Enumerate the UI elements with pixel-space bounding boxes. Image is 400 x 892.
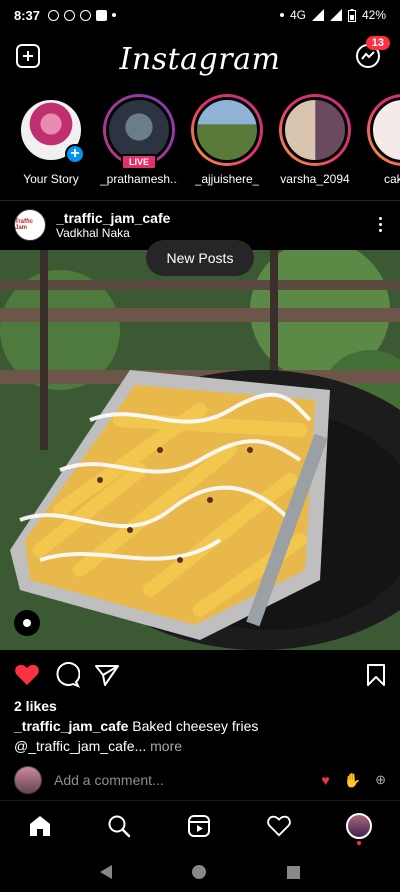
- app-header: Instagram 13: [0, 30, 400, 88]
- dot-icon: [379, 217, 382, 220]
- story-ring: LIVE: [103, 94, 175, 170]
- story-ring: +: [15, 94, 87, 166]
- post-caption: _traffic_jam_cafe Baked cheesey fries: [14, 718, 386, 734]
- story-ring: [367, 94, 400, 166]
- fries-photo: [0, 250, 400, 650]
- new-posts-button[interactable]: New Posts: [146, 240, 254, 276]
- status-dot-icon: [279, 13, 284, 17]
- messenger-badge: 13: [365, 36, 390, 50]
- system-navigation-bar: [0, 852, 400, 892]
- raised-hands-emoji-icon[interactable]: ✋: [344, 772, 361, 789]
- comment-input[interactable]: Add a comment...: [54, 772, 164, 788]
- messenger-icon: [361, 51, 375, 60]
- story-avatar: [194, 97, 260, 163]
- story-ring: [191, 94, 263, 166]
- story-label: cakesb: [383, 172, 400, 186]
- story-item[interactable]: cakesb: [364, 94, 400, 194]
- add-story-icon[interactable]: +: [65, 144, 85, 164]
- story-avatar: [370, 97, 400, 163]
- battery-icon: [347, 8, 356, 22]
- post-caption-line2: @_traffic_jam_cafe... more: [14, 738, 386, 754]
- caption-more-link[interactable]: more: [146, 738, 182, 754]
- caption-text: Baked cheesey fries: [128, 718, 259, 734]
- status-bar: 8:37 4G 42%: [0, 0, 400, 30]
- like-heart-icon[interactable]: [14, 663, 40, 687]
- post-options-button[interactable]: [375, 213, 386, 236]
- chat-notif-icon: [80, 9, 92, 21]
- instagram-notif-icon: [48, 9, 60, 21]
- tagged-people-button[interactable]: [14, 610, 40, 636]
- avatar-logo-text: Traffic Jam: [15, 218, 34, 231]
- story-label: _ajjuishere_: [194, 172, 260, 186]
- post-meta: _traffic_jam_cafe Vadkhal Naka: [56, 210, 170, 240]
- signal-icon: [311, 9, 324, 21]
- story-label: Your Story: [23, 172, 79, 186]
- story-item[interactable]: LIVE _prathamesh...: [100, 94, 178, 194]
- app-notif-icon: [64, 9, 76, 21]
- recent-apps-icon[interactable]: [286, 865, 300, 879]
- caption-mention[interactable]: @_traffic_jam_cafe...: [14, 738, 146, 754]
- caption-username[interactable]: _traffic_jam_cafe: [14, 718, 128, 734]
- network-type: 4G: [289, 8, 306, 22]
- post-actions: [0, 658, 400, 692]
- bottom-tab-bar: [0, 800, 400, 850]
- reels-icon[interactable]: [187, 814, 211, 838]
- instagram-logo: Instagram: [119, 41, 281, 77]
- home-circle-icon[interactable]: [192, 865, 207, 879]
- story-your-story[interactable]: + Your Story: [12, 94, 90, 194]
- battery-level: 42%: [361, 8, 386, 22]
- story-label: varsha_2094: [280, 172, 350, 186]
- heart-emoji-icon[interactable]: ♥: [321, 772, 329, 788]
- activity-heart-icon[interactable]: [266, 815, 291, 837]
- story-item[interactable]: _ajjuishere_: [188, 94, 266, 194]
- add-comment-row: Add a comment... ♥ ✋ ⊕: [0, 764, 400, 796]
- live-badge: LIVE: [120, 154, 158, 170]
- more-notifs-icon: [112, 13, 117, 17]
- home-icon[interactable]: [28, 814, 52, 838]
- quick-emoji-bar: ♥ ✋ ⊕: [321, 772, 386, 789]
- story-item[interactable]: varsha_2094: [276, 94, 354, 194]
- story-ring: [279, 94, 351, 166]
- post-username[interactable]: _traffic_jam_cafe: [56, 210, 170, 226]
- likes-count[interactable]: 2 likes: [14, 698, 57, 714]
- story-avatar: [282, 97, 348, 163]
- create-post-button[interactable]: [16, 44, 40, 68]
- notification-icons: [48, 9, 117, 21]
- search-icon[interactable]: [107, 814, 131, 838]
- save-bookmark-icon[interactable]: [366, 663, 386, 687]
- dot-icon: [379, 229, 382, 232]
- comment-icon[interactable]: [54, 662, 80, 688]
- profile-tab-avatar[interactable]: [346, 812, 373, 845]
- person-icon: [23, 619, 31, 627]
- post-author-avatar[interactable]: Traffic Jam: [14, 208, 46, 241]
- status-right: 4G 42%: [279, 8, 386, 22]
- post-location[interactable]: Vadkhal Naka: [56, 226, 170, 240]
- post-image[interactable]: [0, 250, 400, 650]
- signal-icon-2: [329, 9, 342, 21]
- add-emoji-icon[interactable]: ⊕: [375, 772, 386, 788]
- status-time: 8:37: [14, 7, 41, 23]
- dot-icon: [379, 223, 382, 226]
- gallery-notif-icon: [96, 9, 108, 21]
- stories-tray: + Your Story LIVE _prathamesh... _ajjuis…: [0, 94, 400, 194]
- story-label: _prathamesh...: [100, 172, 178, 186]
- back-icon[interactable]: [100, 865, 113, 879]
- share-icon[interactable]: [94, 663, 120, 687]
- my-avatar: [14, 766, 42, 794]
